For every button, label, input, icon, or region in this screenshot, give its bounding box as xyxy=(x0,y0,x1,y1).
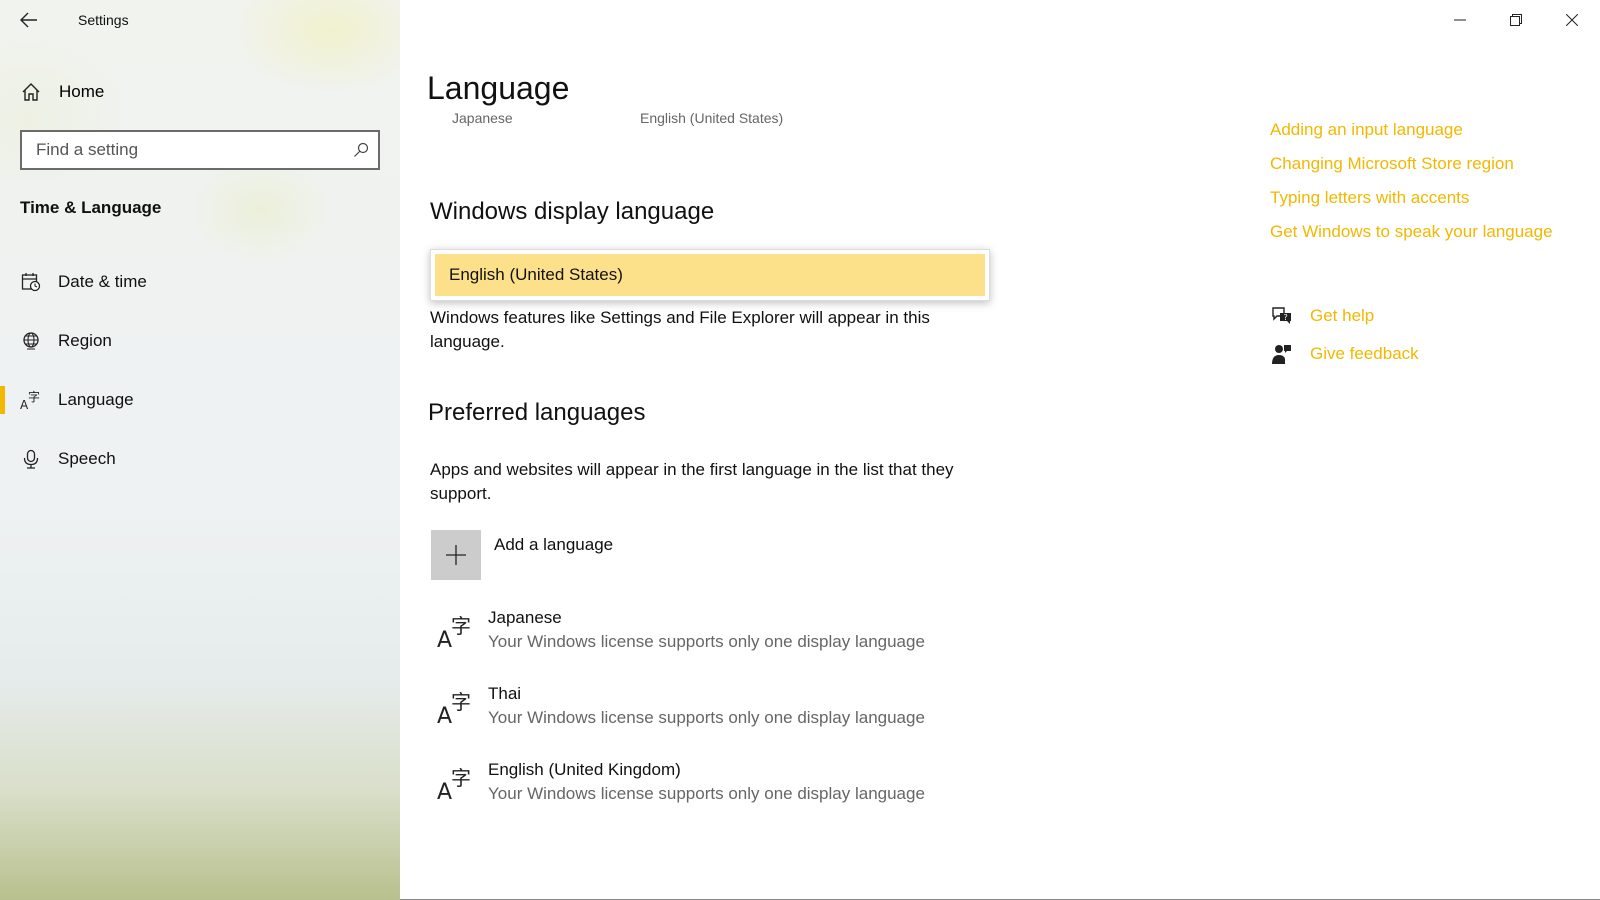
search-input[interactable] xyxy=(36,140,344,160)
search-icon[interactable] xyxy=(344,133,378,167)
language-name: Japanese xyxy=(488,608,562,627)
add-language-button[interactable]: Add a language xyxy=(431,530,613,580)
display-language-heading: Windows display language xyxy=(430,198,715,225)
restore-button[interactable] xyxy=(1488,0,1544,40)
back-button[interactable] xyxy=(14,6,44,34)
feedback-person-icon xyxy=(1270,342,1294,366)
display-language-description: Windows features like Settings and File … xyxy=(430,308,930,351)
calendar-clock-icon xyxy=(20,271,42,293)
sidebar: Settings Home Time & Language Date & tim… xyxy=(0,0,400,900)
sidebar-item-label: Date & time xyxy=(58,272,147,291)
language-icon: A字 xyxy=(431,758,481,808)
close-icon xyxy=(1566,14,1578,26)
window-controls xyxy=(1432,0,1600,40)
language-item-english-uk[interactable]: A字 English (United Kingdom) Your Windows… xyxy=(431,758,991,818)
app-title: Settings xyxy=(78,12,129,28)
link-speak-your-language[interactable]: Get Windows to speak your language xyxy=(1270,220,1553,254)
language-name: Thai xyxy=(488,684,522,703)
sidebar-item-label: Region xyxy=(58,331,112,350)
get-help-link[interactable]: ? Get help xyxy=(1270,304,1374,328)
language-note: Your Windows license supports only one d… xyxy=(488,784,925,803)
language-item-thai[interactable]: A字 Thai Your Windows license supports on… xyxy=(431,682,991,742)
sidebar-item-date-time[interactable]: Date & time xyxy=(0,260,400,304)
svg-text:A: A xyxy=(437,704,452,727)
sidebar-item-label: Speech xyxy=(58,449,116,468)
language-icon: A字 xyxy=(20,389,42,411)
give-feedback-link[interactable]: Give feedback xyxy=(1270,342,1419,366)
sidebar-item-language[interactable]: A字 Language xyxy=(0,378,400,422)
language-name: English (United Kingdom) xyxy=(488,760,681,779)
svg-text:A: A xyxy=(437,628,452,651)
sidebar-item-region[interactable]: Region xyxy=(0,319,400,363)
minimize-icon xyxy=(1454,19,1466,21)
section-title: Time & Language xyxy=(20,198,162,217)
related-links: Adding an input language Changing Micros… xyxy=(1270,118,1553,254)
svg-text:?: ? xyxy=(1284,313,1288,322)
microphone-icon xyxy=(20,448,42,470)
language-note: Your Windows license supports only one d… xyxy=(488,708,925,727)
link-changing-store-region[interactable]: Changing Microsoft Store region xyxy=(1270,152,1553,186)
sidebar-item-speech[interactable]: Speech xyxy=(0,437,400,481)
scrolled-row: Japanese English (United States) xyxy=(440,112,840,126)
home-icon xyxy=(20,81,42,103)
preferred-languages-heading: Preferred languages xyxy=(428,399,646,426)
plus-icon xyxy=(431,530,481,580)
close-button[interactable] xyxy=(1544,0,1600,40)
language-icon: A字 xyxy=(431,606,481,656)
sidebar-item-label: Language xyxy=(58,390,134,409)
language-item-japanese[interactable]: A字 Japanese Your Windows license support… xyxy=(431,606,991,666)
dropdown-option-selected[interactable]: English (United States) xyxy=(435,254,985,296)
svg-text:字: 字 xyxy=(28,389,40,404)
nav-home[interactable]: Home xyxy=(20,78,380,106)
svg-text:字: 字 xyxy=(451,690,471,714)
scrolled-row-right: English (United States) xyxy=(640,112,784,126)
give-feedback-label: Give feedback xyxy=(1310,344,1419,363)
display-language-dropdown[interactable]: English (United States) xyxy=(430,249,990,301)
back-arrow-icon xyxy=(20,12,37,28)
add-language-label: Add a language xyxy=(494,535,614,554)
chat-help-icon: ? xyxy=(1270,304,1294,328)
language-icon: A字 xyxy=(431,682,481,732)
language-note: Your Windows license supports only one d… xyxy=(488,632,925,651)
nav-home-label: Home xyxy=(59,82,105,101)
restore-icon xyxy=(1510,14,1522,26)
page-title: Language xyxy=(427,70,570,106)
minimize-button[interactable] xyxy=(1432,0,1488,40)
link-adding-input-language[interactable]: Adding an input language xyxy=(1270,118,1553,152)
svg-text:字: 字 xyxy=(451,766,471,790)
link-typing-accents[interactable]: Typing letters with accents xyxy=(1270,186,1553,220)
globe-icon xyxy=(20,330,42,352)
svg-text:字: 字 xyxy=(451,614,471,638)
get-help-label: Get help xyxy=(1310,306,1375,325)
svg-text:A: A xyxy=(437,780,452,803)
scrolled-row-left: Japanese xyxy=(452,112,513,126)
search-box xyxy=(20,130,380,170)
preferred-languages-description: Apps and websites will appear in the fir… xyxy=(430,460,954,503)
